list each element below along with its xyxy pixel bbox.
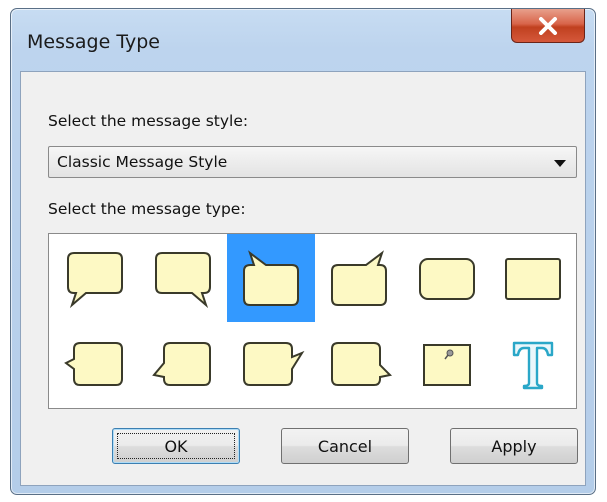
callout-bottom-right-icon: [155, 252, 211, 309]
callout-top-right-icon: [331, 250, 387, 306]
type-cell-8[interactable]: [139, 320, 227, 408]
note-pin-icon: [423, 344, 471, 386]
type-cell-10[interactable]: [315, 320, 403, 408]
chevron-down-icon: [554, 160, 566, 167]
cancel-button[interactable]: Cancel: [281, 428, 409, 464]
type-cell-11[interactable]: [403, 320, 491, 408]
message-style-value: Classic Message Style: [57, 153, 228, 171]
message-style-dropdown[interactable]: Classic Message Style: [48, 146, 577, 178]
callout-left-lower-icon: [152, 342, 211, 386]
type-cell-6[interactable]: [489, 234, 577, 322]
callout-right-icon: [243, 342, 305, 386]
type-cell-12[interactable]: [489, 320, 577, 408]
apply-label: Apply: [491, 436, 537, 456]
type-cell-9[interactable]: [227, 320, 315, 408]
rectangle-icon: [505, 258, 561, 300]
callout-right-lower-icon: [331, 342, 393, 386]
type-cell-7[interactable]: [51, 320, 139, 408]
cancel-label: Cancel: [317, 436, 373, 456]
message-type-grid: [48, 233, 577, 409]
type-cell-2[interactable]: [139, 234, 227, 322]
callout-left-icon: [64, 342, 123, 386]
window-title: Message Type: [27, 31, 160, 53]
type-label: Select the message type:: [48, 200, 246, 218]
apply-button[interactable]: Apply: [450, 428, 578, 464]
ok-button[interactable]: OK: [112, 428, 240, 464]
rounded-rectangle-icon: [419, 258, 475, 300]
callout-top-left-icon: [243, 250, 299, 306]
close-icon: [539, 16, 557, 35]
close-button[interactable]: [511, 9, 585, 43]
type-cell-4[interactable]: [315, 234, 403, 322]
focus-rect: [117, 433, 235, 459]
text-only-icon: [512, 341, 554, 390]
type-cell-3[interactable]: [227, 234, 315, 322]
type-cell-5[interactable]: [403, 234, 491, 322]
callout-bottom-left-icon: [67, 252, 123, 309]
dialog-window: Message Type Select the message style: C…: [10, 8, 596, 495]
type-cell-1[interactable]: [51, 234, 139, 322]
dialog-body: Select the message style: Classic Messag…: [20, 71, 586, 486]
style-label: Select the message style:: [48, 112, 249, 130]
